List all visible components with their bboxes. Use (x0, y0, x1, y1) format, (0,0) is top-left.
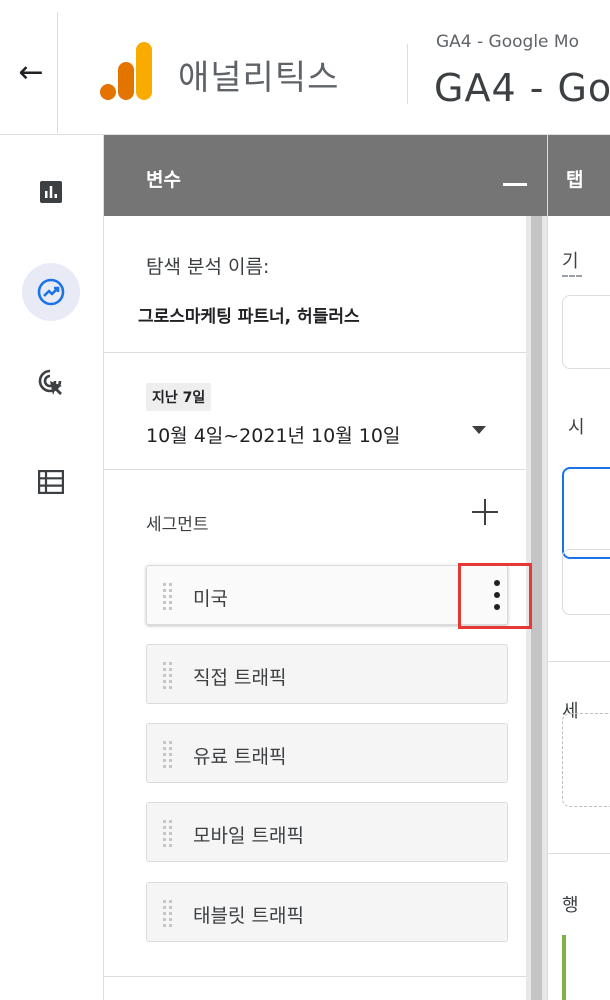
list-icon (38, 470, 64, 494)
section-divider (548, 853, 610, 854)
date-preset-chip: 지난 7일 (146, 383, 212, 411)
segment-drop-zone[interactable] (562, 713, 610, 807)
segment-item-paid-traffic[interactable]: 유료 트래픽 (146, 723, 508, 783)
variables-panel: 변수 탐색 분석 이름: 그로스마케팅 파트너, 허들러스 지난 7일 10월 … (104, 135, 547, 1000)
row-item-accent (562, 935, 566, 1000)
segment-item-direct-traffic[interactable]: 직접 트래픽 (146, 644, 508, 704)
explore-name-input[interactable]: 그로스마케팅 파트너, 허들러스 (138, 302, 360, 327)
segment-label: 태블릿 트래픽 (193, 905, 304, 927)
drag-handle-icon[interactable] (163, 900, 175, 927)
segments-label: 세그먼트 (146, 515, 209, 535)
rail-item-explore[interactable] (22, 263, 80, 321)
technique-label: 기 (562, 251, 579, 272)
more-vert-icon[interactable] (458, 563, 532, 629)
header-divider (57, 12, 58, 133)
segment-item-usa[interactable]: 미국 (146, 563, 532, 629)
segment-item-tablet-traffic[interactable]: 태블릿 트래픽 (146, 882, 508, 942)
visualization-option[interactable] (562, 549, 610, 615)
scrollbar-thumb[interactable] (531, 216, 542, 1000)
segment-label: 유료 트래픽 (193, 746, 287, 768)
variables-panel-header: 변수 (104, 135, 547, 216)
tab-settings-panel: 탭 기 시 세 행 (547, 135, 610, 1000)
drag-handle-icon[interactable] (163, 820, 175, 847)
date-range-selector[interactable]: 10월 4일~2021년 10월 10일 (146, 421, 400, 448)
segment-label: 모바일 트래픽 (193, 825, 304, 847)
explore-icon (37, 278, 65, 306)
dashed-underline (562, 275, 582, 277)
technique-dropdown[interactable] (562, 295, 610, 369)
explore-name-label: 탐색 분석 이름: (146, 256, 270, 278)
rail-item-reports[interactable] (22, 163, 80, 221)
segment-label: 직접 트래픽 (193, 667, 287, 689)
visualization-option-selected[interactable] (562, 467, 610, 559)
segment-label: 미국 (193, 588, 228, 610)
nav-rail (0, 135, 104, 1000)
drag-handle-icon[interactable] (163, 662, 175, 689)
date-range-section (104, 353, 526, 470)
app-name: 애널리틱스 (178, 58, 340, 98)
advertising-icon (38, 369, 62, 395)
rail-item-configure[interactable] (22, 453, 80, 511)
visualization-label: 시 (568, 417, 585, 438)
drag-handle-icon[interactable] (163, 741, 175, 768)
property-account-name[interactable]: GA4 - Google Mo (436, 32, 579, 52)
segment-item-mobile-traffic[interactable]: 모바일 트래픽 (146, 802, 508, 862)
section-divider (104, 976, 526, 977)
collapse-icon[interactable] (503, 183, 527, 186)
top-header: ← 애널리틱스 GA4 - Google Mo GA4 - Go (0, 0, 610, 135)
title-divider (407, 44, 408, 104)
tab-settings-header: 탭 (548, 135, 610, 216)
rail-item-advertising[interactable] (22, 353, 80, 411)
back-arrow-icon[interactable]: ← (14, 56, 48, 90)
section-divider (548, 661, 610, 662)
rows-label: 행 (562, 895, 579, 916)
explore-name-section: 탐색 분석 이름: 그로스마케팅 파트너, 허들러스 (104, 216, 526, 353)
property-name[interactable]: GA4 - Go (434, 66, 610, 110)
tab-settings-title: 탭 (566, 169, 584, 191)
bar-chart-icon (40, 181, 62, 203)
drag-handle-icon[interactable] (163, 583, 175, 610)
add-segment-icon[interactable] (470, 497, 500, 527)
dropdown-caret-icon[interactable] (472, 426, 486, 434)
analytics-logo (100, 42, 152, 100)
variables-panel-title: 변수 (146, 169, 181, 191)
